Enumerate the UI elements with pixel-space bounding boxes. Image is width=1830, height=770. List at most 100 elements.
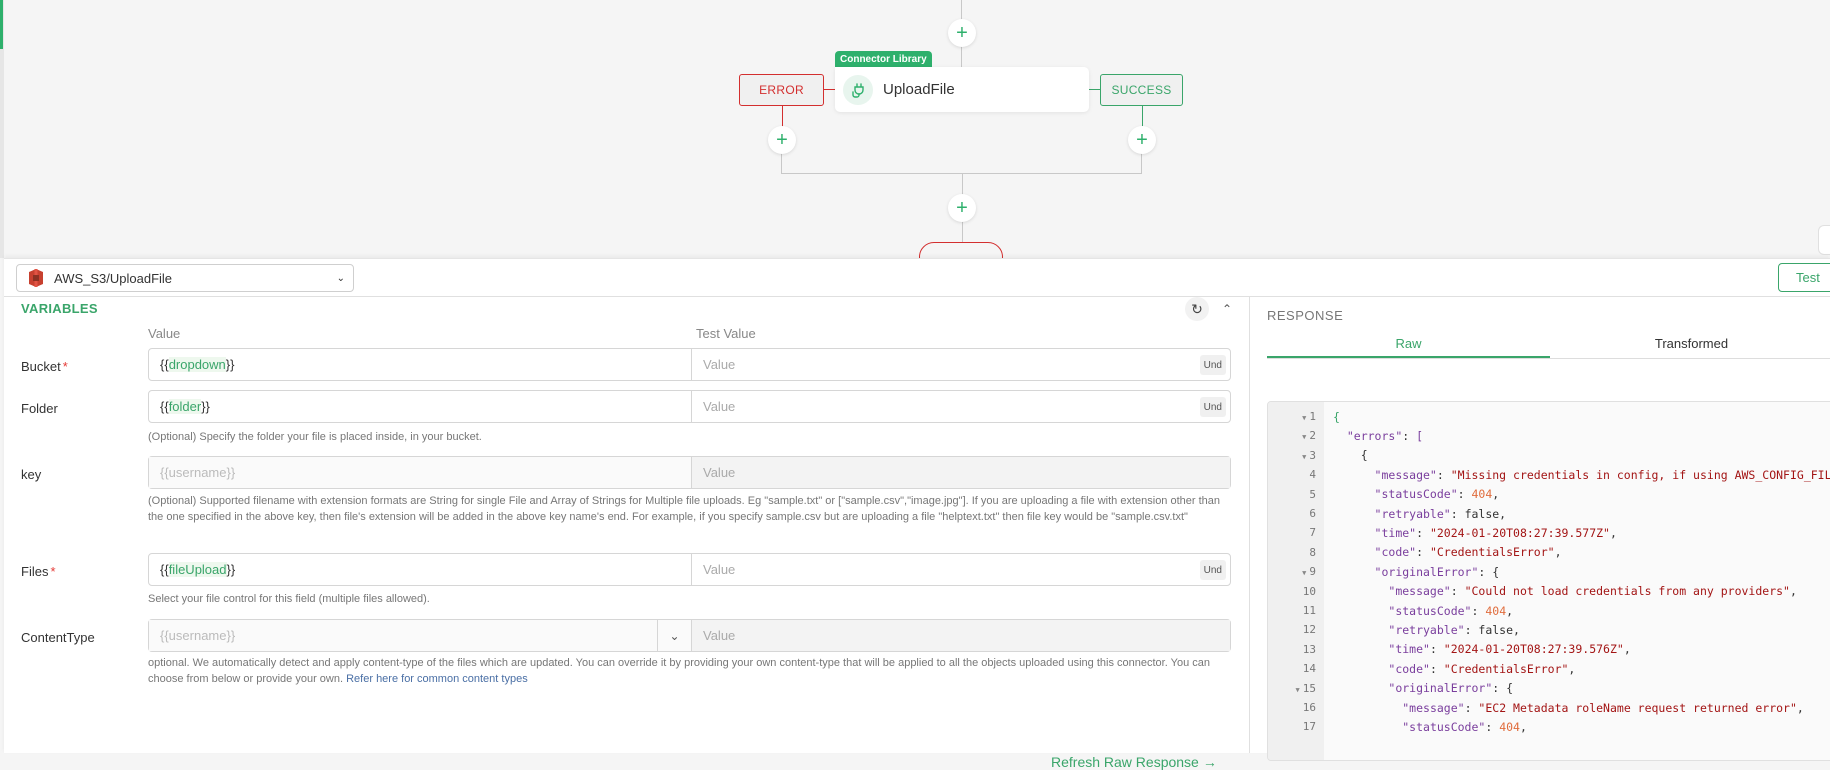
error-branch[interactable]: ERROR xyxy=(739,74,824,106)
code-line: 14 "code": "CredentialsError", xyxy=(1268,659,1576,678)
content-type-input[interactable]: {{username}} xyxy=(149,620,657,651)
add-error-step-button[interactable]: + xyxy=(768,126,796,154)
fold-toggle-icon[interactable]: ▼ xyxy=(1302,453,1306,461)
line-number: 7 xyxy=(1309,526,1316,540)
code-text: "statusCode": 404, xyxy=(1374,487,1500,502)
required-marker: * xyxy=(62,359,68,374)
files-test-input[interactable]: Value Und xyxy=(692,554,1230,585)
connector-line xyxy=(824,89,835,90)
chevron-up-icon[interactable]: ⌃ xyxy=(1217,299,1237,319)
code-text: "errors": [ xyxy=(1346,428,1424,443)
content-type-test-input[interactable]: Value xyxy=(692,620,1230,651)
connector-line xyxy=(1142,106,1143,128)
flow-canvas[interactable]: + + + + ERROR SUCCESS Connector Library … xyxy=(0,0,1830,258)
add-step-button[interactable]: + xyxy=(948,194,976,222)
line-number[interactable]: ▼ 1 xyxy=(1268,410,1324,423)
line-number: 12 xyxy=(1302,623,1316,637)
connector-line xyxy=(1141,152,1142,173)
files-label: Files * xyxy=(21,564,56,579)
line-number: 14 xyxy=(1302,662,1316,676)
response-code-viewer[interactable]: ▼ 1{▼ 2 "errors": [▼ 3 {4 "message": "Missi… xyxy=(1267,401,1830,761)
fold-toggle-icon[interactable]: ▼ xyxy=(1302,569,1306,577)
connector-select-value: AWS_S3/UploadFile xyxy=(54,270,173,286)
active-indicator xyxy=(0,0,3,49)
bucket-value-input[interactable]: {{dropdown}} xyxy=(149,349,692,380)
line-number: 10 xyxy=(1302,584,1316,598)
response-tabs: Raw Transformed xyxy=(1267,333,1830,359)
fold-toggle-icon[interactable]: ▼ xyxy=(1302,433,1306,441)
code-text: "time": "2024-01-20T08:27:39.577Z", xyxy=(1374,525,1617,540)
bucket-field: {{dropdown}} Value Und xyxy=(148,348,1231,381)
files-value-input[interactable]: {{fileUpload}} xyxy=(149,554,692,585)
connector-select[interactable]: AWS_S3/UploadFile ⌄ xyxy=(16,264,354,292)
tab-raw[interactable]: Raw xyxy=(1267,333,1550,358)
content-type-label: ContentType xyxy=(21,630,95,645)
code-line: 8 "code": "CredentialsError", xyxy=(1268,543,1562,562)
undefined-toggle[interactable]: Und xyxy=(1199,355,1226,375)
code-line: 10 "message": "Could not load credential… xyxy=(1268,582,1797,601)
folder-help-text: (Optional) Specify the folder your file … xyxy=(148,431,482,443)
code-line: ▼ 9 "originalError": { xyxy=(1268,562,1499,581)
code-line: ▼ 15 "originalError": { xyxy=(1268,679,1514,698)
add-step-button[interactable]: + xyxy=(948,19,976,47)
code-line: 4 "message": "Missing credentials in con… xyxy=(1268,465,1830,484)
code-text: "message": "Missing credentials in confi… xyxy=(1374,467,1830,482)
bucket-test-input[interactable]: Value Und xyxy=(692,349,1230,380)
line-number[interactable]: ▼ 15 xyxy=(1268,682,1324,695)
folder-label: Folder xyxy=(21,401,58,416)
key-help-text: (Optional) Supported filename with exten… xyxy=(148,495,1221,523)
line-number[interactable]: ▼ 2 xyxy=(1268,429,1324,442)
code-text: "code": "CredentialsError", xyxy=(1374,545,1562,560)
folder-test-input[interactable]: Value Und xyxy=(692,391,1230,422)
content-type-field: {{username}} ⌄ Value xyxy=(148,619,1231,652)
undefined-toggle[interactable]: Und xyxy=(1199,560,1226,580)
code-text: "retryable": false, xyxy=(1374,506,1507,521)
code-line: 13 "time": "2024-01-20T08:27:39.576Z", xyxy=(1268,640,1631,659)
success-branch[interactable]: SUCCESS xyxy=(1100,74,1183,106)
folder-value-input[interactable]: {{folder}} xyxy=(149,391,692,422)
fold-toggle-icon[interactable]: ▼ xyxy=(1302,414,1306,422)
line-number: 16 xyxy=(1302,701,1316,714)
arrow-right-icon: → xyxy=(1202,754,1217,770)
code-text: { xyxy=(1360,448,1368,463)
fold-toggle-icon[interactable]: ▼ xyxy=(1296,686,1300,694)
refresh-raw-response-button[interactable]: Refresh Raw Response → xyxy=(1051,754,1217,770)
upload-file-node[interactable]: UploadFile xyxy=(835,67,1089,112)
tab-transformed[interactable]: Transformed xyxy=(1550,333,1830,358)
key-field: {{username}} Value xyxy=(148,456,1231,489)
value-column-header: Value xyxy=(148,326,181,341)
content-type-select[interactable]: {{username}} ⌄ xyxy=(149,620,692,651)
key-test-input[interactable]: Value xyxy=(692,457,1230,488)
line-number: 13 xyxy=(1302,642,1316,656)
code-text: "retryable": false, xyxy=(1388,622,1520,637)
key-value-input[interactable]: {{username}} xyxy=(149,457,692,488)
chevron-down-icon[interactable]: ⌄ xyxy=(657,620,691,651)
code-text: { xyxy=(1333,409,1340,424)
line-number[interactable]: ▼ 9 xyxy=(1268,565,1324,578)
line-number: 6 xyxy=(1309,507,1316,520)
add-success-step-button[interactable]: + xyxy=(1128,126,1156,154)
connector-line xyxy=(781,152,782,173)
folder-field: {{folder}} Value Und xyxy=(148,390,1231,423)
variables-title: VARIABLES xyxy=(21,301,98,316)
refresh-icon[interactable]: ↻ xyxy=(1185,297,1209,321)
content-type-help-text: optional. We automatically detect and ap… xyxy=(148,657,1210,685)
code-text: "originalError": { xyxy=(1374,564,1500,579)
node-title: UploadFile xyxy=(883,81,955,98)
code-line: ▼ 3 { xyxy=(1268,446,1368,465)
test-button[interactable]: Test xyxy=(1778,263,1830,292)
key-label: key xyxy=(21,467,42,482)
code-line: 17 "statusCode": 404, xyxy=(1268,717,1527,736)
node-category-tag: Connector Library xyxy=(835,51,932,68)
config-panel: AWS_S3/UploadFile ⌄ Test VARIABLES ↻ ⌃ V… xyxy=(4,258,1830,770)
code-line: ▼ 2 "errors": [ xyxy=(1268,426,1423,445)
files-help-text: Select your file control for this field … xyxy=(148,593,430,605)
code-line: 12 "retryable": false, xyxy=(1268,620,1520,639)
plus-icon: + xyxy=(956,197,968,219)
undefined-toggle[interactable]: Und xyxy=(1199,397,1226,417)
plus-icon: + xyxy=(1136,129,1148,151)
line-number[interactable]: ▼ 3 xyxy=(1268,449,1324,462)
end-node[interactable] xyxy=(919,242,1003,258)
content-types-link[interactable]: Refer here for common content types xyxy=(346,673,528,685)
plus-icon: + xyxy=(776,129,788,151)
